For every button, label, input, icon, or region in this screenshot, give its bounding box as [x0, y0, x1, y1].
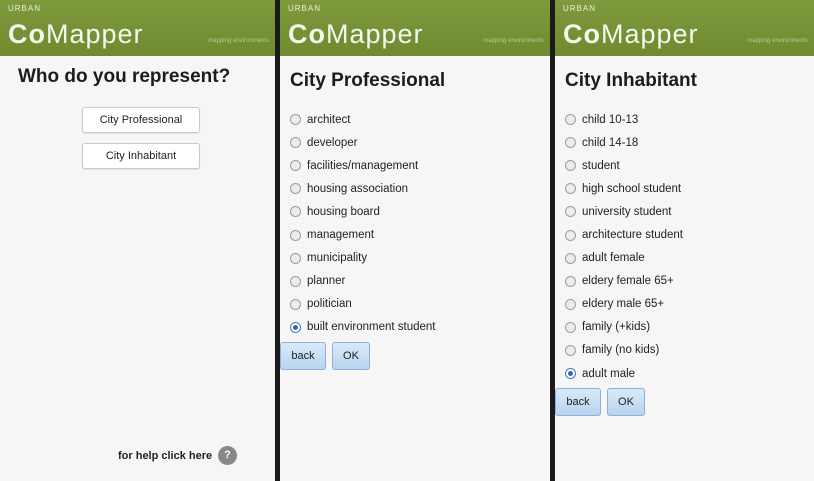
radio-button[interactable]: [290, 252, 301, 264]
page-title: City Inhabitant: [565, 70, 697, 91]
radio-option[interactable]: adult male: [565, 362, 683, 385]
radio-label: child 10-13: [582, 113, 639, 126]
radio-option[interactable]: eldery male 65+: [565, 293, 683, 316]
radio-button[interactable]: [565, 183, 576, 195]
radio-button[interactable]: [565, 229, 576, 241]
radio-option[interactable]: architecture student: [565, 223, 683, 246]
radio-label: eldery female 65+: [582, 275, 674, 288]
help-link[interactable]: for help click here: [118, 450, 212, 462]
radio-option[interactable]: university student: [565, 200, 683, 223]
radio-button[interactable]: [290, 275, 301, 287]
radio-button[interactable]: [290, 229, 301, 241]
radio-label: eldery male 65+: [582, 298, 665, 311]
inhabitant-radio-list: child 10-13 child 14-18 student high school…: [565, 108, 683, 385]
radio-button[interactable]: [290, 206, 301, 218]
radio-option[interactable]: built environment student: [290, 316, 436, 339]
radio-label: facilities/management: [307, 159, 419, 172]
radio-label: politician: [307, 298, 352, 311]
radio-button[interactable]: [565, 114, 576, 126]
app-header: URBAN CoMapper mapping environments: [555, 0, 814, 56]
radio-option[interactable]: architect: [290, 108, 436, 131]
radio-option[interactable]: eldery female 65+: [565, 270, 683, 293]
radio-option[interactable]: politician: [290, 293, 436, 316]
radio-button[interactable]: [290, 160, 301, 172]
brand-urban: URBAN: [8, 4, 42, 13]
radio-label: developer: [307, 136, 358, 149]
radio-option[interactable]: family (+kids): [565, 316, 683, 339]
page-title: Who do you represent?: [18, 66, 231, 87]
radio-label: architecture student: [582, 229, 684, 242]
radio-label: adult male: [582, 367, 636, 380]
radio-label: architect: [307, 113, 351, 126]
help-icon[interactable]: ?: [218, 446, 237, 465]
radio-button[interactable]: [565, 206, 576, 218]
radio-button[interactable]: [565, 368, 576, 380]
brand-tagline: mapping environments: [747, 38, 808, 44]
radio-button[interactable]: [290, 183, 301, 195]
radio-label: housing association: [307, 182, 409, 195]
screen-who-do-you-represent: URBAN CoMapper mapping environments Who …: [0, 0, 275, 481]
radio-option[interactable]: planner: [290, 270, 436, 293]
radio-option[interactable]: housing association: [290, 177, 436, 200]
radio-label: university student: [582, 205, 672, 218]
radio-option[interactable]: management: [290, 223, 436, 246]
screen-city-inhabitant: URBAN CoMapper mapping environments City…: [555, 0, 814, 481]
radio-button[interactable]: [290, 321, 301, 333]
radio-label: family (+kids): [582, 321, 651, 334]
radio-button[interactable]: [565, 275, 576, 287]
ok-button[interactable]: OK: [607, 388, 645, 416]
radio-option[interactable]: facilities/management: [290, 154, 436, 177]
radio-label: high school student: [582, 182, 682, 195]
back-button[interactable]: back: [280, 342, 326, 370]
app-logo: CoMapper: [8, 19, 144, 49]
brand-tagline: mapping environments: [483, 38, 544, 44]
radio-option[interactable]: housing board: [290, 200, 436, 223]
brand-tagline: mapping environments: [208, 38, 269, 44]
app-header: URBAN CoMapper mapping environments: [280, 0, 550, 56]
radio-button[interactable]: [290, 298, 301, 310]
radio-label: municipality: [307, 252, 368, 265]
radio-button[interactable]: [565, 137, 576, 149]
radio-option[interactable]: child 14-18: [565, 131, 683, 154]
radio-label: housing board: [307, 205, 380, 218]
radio-label: student: [582, 159, 620, 172]
radio-option[interactable]: high school student: [565, 177, 683, 200]
radio-option[interactable]: developer: [290, 131, 436, 154]
radio-button[interactable]: [290, 137, 301, 149]
radio-option[interactable]: family (no kids): [565, 339, 683, 362]
radio-button[interactable]: [565, 252, 576, 264]
radio-button[interactable]: [565, 344, 576, 356]
screen-city-professional: URBAN CoMapper mapping environments City…: [280, 0, 550, 481]
radio-option[interactable]: child 10-13: [565, 108, 683, 131]
radio-button[interactable]: [565, 298, 576, 310]
radio-option[interactable]: student: [565, 154, 683, 177]
profession-radio-list: architect developer facilities/management h…: [290, 108, 436, 339]
radio-button[interactable]: [565, 160, 576, 172]
radio-option[interactable]: adult female: [565, 247, 683, 270]
radio-label: family (no kids): [582, 344, 660, 357]
radio-label: built environment student: [307, 321, 436, 334]
app-header: URBAN CoMapper mapping environments: [0, 0, 275, 56]
ok-button[interactable]: OK: [332, 342, 370, 370]
radio-button[interactable]: [290, 114, 301, 126]
app-logo: CoMapper: [563, 19, 699, 49]
page-title: City Professional: [290, 70, 446, 91]
city-professional-button[interactable]: City Professional: [82, 107, 200, 133]
brand-urban: URBAN: [563, 4, 597, 13]
back-button[interactable]: back: [555, 388, 601, 416]
radio-label: management: [307, 229, 375, 242]
radio-button[interactable]: [565, 321, 576, 333]
radio-label: child 14-18: [582, 136, 639, 149]
app-logo: CoMapper: [288, 19, 424, 49]
radio-option[interactable]: municipality: [290, 247, 436, 270]
radio-label: planner: [307, 275, 346, 288]
brand-urban: URBAN: [288, 4, 322, 13]
radio-label: adult female: [582, 252, 645, 265]
city-inhabitant-button[interactable]: City Inhabitant: [82, 143, 200, 169]
